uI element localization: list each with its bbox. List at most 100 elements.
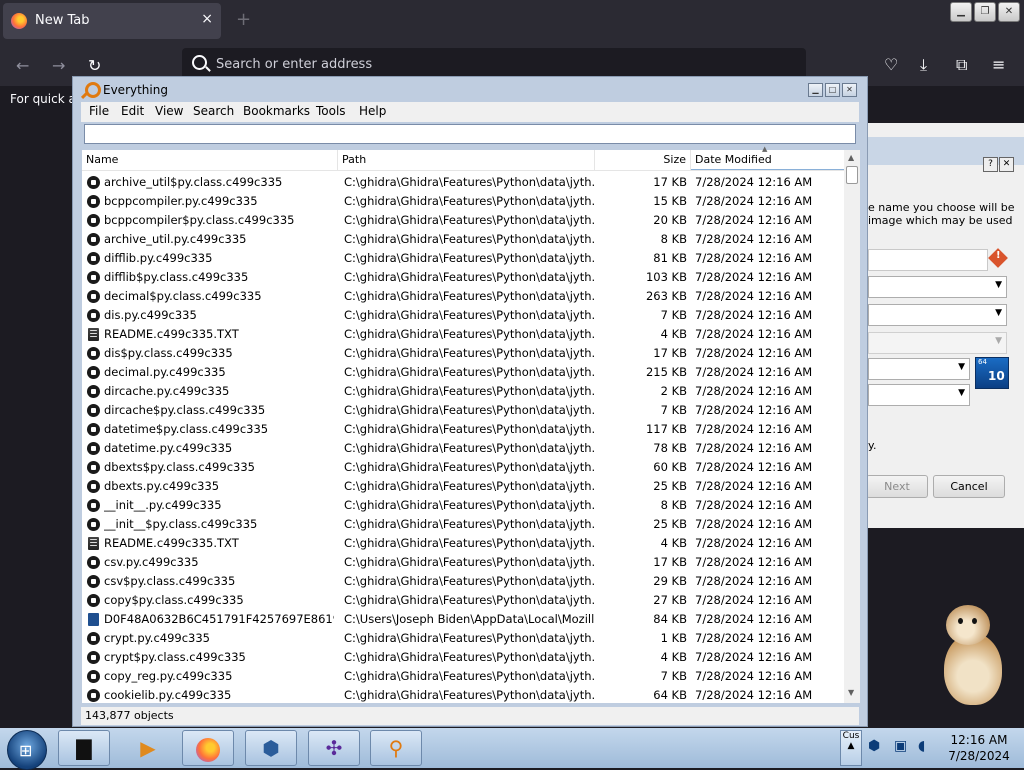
close-icon[interactable]: ✕: [999, 157, 1014, 172]
cell-size: 4 KB: [660, 650, 687, 664]
table-row[interactable]: difflib.py.c499c335 C:\ghidra\Ghidra\Feat…: [82, 249, 844, 268]
network-icon[interactable]: ▣: [894, 738, 907, 754]
table-row[interactable]: crypt.py.c499c335 C:\ghidra\Ghidra\Featur…: [82, 629, 844, 648]
results-list: Name Path Size Date Modified ▲ archive_u…: [82, 145, 860, 705]
cell-size: 81 KB: [653, 251, 687, 265]
virtualbox-tray-icon[interactable]: ⬢: [868, 738, 880, 754]
table-row[interactable]: dis$py.class.c499c335 C:\ghidra\Ghidra\Fe…: [82, 344, 844, 363]
everything-window-controls: ▁ □ ✕: [808, 83, 857, 97]
search-input[interactable]: [84, 124, 856, 144]
scroll-down-icon[interactable]: ▼: [848, 688, 854, 697]
menu-help[interactable]: Help: [359, 104, 386, 118]
cell-size: 29 KB: [653, 574, 687, 588]
back-icon[interactable]: ←: [16, 56, 29, 75]
next-button[interactable]: Next: [866, 475, 928, 498]
menu-edit[interactable]: Edit: [121, 104, 144, 118]
everything-titlebar[interactable]: Everything ▁ □ ✕: [73, 77, 867, 102]
menu-view[interactable]: View: [155, 104, 183, 118]
taskbar-media-player[interactable]: ▶: [122, 730, 174, 766]
table-row[interactable]: dircache$py.class.c499c335 C:\ghidra\Ghid…: [82, 401, 844, 420]
menu-tools[interactable]: Tools: [316, 104, 346, 118]
table-row[interactable]: crypt$py.class.c499c335 C:\ghidra\Ghidra\…: [82, 648, 844, 667]
cell-path: C:\ghidra\Ghidra\Features\Python\data\jy…: [344, 669, 594, 683]
version-select[interactable]: ▼: [868, 358, 970, 380]
table-row[interactable]: D0F48A0632B6C451791F4257697E861961F0... C…: [82, 610, 844, 629]
table-row[interactable]: copy$py.class.c499c335 C:\ghidra\Ghidra\F…: [82, 591, 844, 610]
taskbar-process-tool[interactable]: ✣: [308, 730, 360, 766]
column-date-modified[interactable]: Date Modified: [691, 150, 844, 170]
column-size[interactable]: Size: [595, 150, 691, 170]
table-row[interactable]: __init__.py.c499c335 C:\ghidra\Ghidra\Fea…: [82, 496, 844, 515]
pocket-icon[interactable]: ♡: [884, 55, 898, 74]
table-row[interactable]: csv$py.class.c499c335 C:\ghidra\Ghidra\Fe…: [82, 572, 844, 591]
table-row[interactable]: dbexts.py.c499c335 C:\ghidra\Ghidra\Featu…: [82, 477, 844, 496]
cell-size: 17 KB: [653, 346, 687, 360]
table-row[interactable]: bcppcompiler$py.class.c499c335 C:\ghidra\…: [82, 211, 844, 230]
cell-name: csv$py.class.c499c335: [104, 574, 236, 588]
table-row[interactable]: bcppcompiler.py.c499c335 C:\ghidra\Ghidra…: [82, 192, 844, 211]
reload-icon[interactable]: ↻: [88, 56, 101, 75]
table-row[interactable]: dis.py.c499c335 C:\ghidra\Ghidra\Features…: [82, 306, 844, 325]
minimize-button[interactable]: ▁: [808, 83, 823, 97]
taskbar-terminal[interactable]: ▇: [58, 730, 110, 766]
clock[interactable]: 12:16 AM 7/28/2024: [944, 732, 1014, 764]
vertical-scrollbar[interactable]: ▲ ▼: [844, 150, 860, 703]
menu-bar: File Edit View Search Bookmarks Tools He…: [81, 102, 859, 122]
table-row[interactable]: decimal.py.c499c335 C:\ghidra\Ghidra\Feat…: [82, 363, 844, 382]
start-button[interactable]: ⊞: [7, 730, 47, 770]
menu-icon[interactable]: ≡: [992, 55, 1005, 74]
tray-customize[interactable]: Cus ▲: [840, 730, 862, 766]
table-row[interactable]: csv.py.c499c335 C:\ghidra\Ghidra\Features…: [82, 553, 844, 572]
dialog-text-line2: image which may be used: [868, 214, 1013, 227]
table-row[interactable]: archive_util$py.class.c499c335 C:\ghidra\…: [82, 173, 844, 192]
table-row[interactable]: __init__$py.class.c499c335 C:\ghidra\Ghid…: [82, 515, 844, 534]
cell-date: 7/28/2024 12:16 AM: [695, 479, 813, 493]
taskbar-everything[interactable]: ⚲: [370, 730, 422, 766]
extensions-icon[interactable]: ⧉: [956, 55, 967, 75]
menu-file[interactable]: File: [89, 104, 109, 118]
table-row[interactable]: datetime.py.c499c335 C:\ghidra\Ghidra\Fea…: [82, 439, 844, 458]
clock-time: 12:16 AM: [950, 733, 1008, 747]
table-row[interactable]: copy_reg.py.c499c335 C:\ghidra\Ghidra\Fea…: [82, 667, 844, 686]
table-row[interactable]: datetime$py.class.c499c335 C:\ghidra\Ghid…: [82, 420, 844, 439]
table-row[interactable]: decimal$py.class.c499c335 C:\ghidra\Ghidr…: [82, 287, 844, 306]
table-row[interactable]: README.c499c335.TXT C:\ghidra\Ghidra\Feat…: [82, 325, 844, 344]
type-select[interactable]: ▼: [868, 304, 1007, 326]
cell-path: C:\ghidra\Ghidra\Features\Python\data\jy…: [344, 498, 594, 512]
table-row[interactable]: archive_util.py.c499c335 C:\ghidra\Ghidra…: [82, 230, 844, 249]
menu-search[interactable]: Search: [193, 104, 234, 118]
taskbar-firefox[interactable]: [182, 730, 234, 766]
table-row[interactable]: dircache.py.c499c335 C:\ghidra\Ghidra\Fea…: [82, 382, 844, 401]
help-icon[interactable]: ?: [983, 157, 998, 172]
taskbar-virtualbox[interactable]: ⬢: [245, 730, 297, 766]
cell-path: C:\ghidra\Ghidra\Features\Python\data\jy…: [344, 574, 594, 588]
everything-logo-icon: [85, 82, 101, 98]
scroll-up-icon[interactable]: ▲: [848, 153, 854, 162]
forward-icon[interactable]: →: [52, 56, 65, 75]
background-dialog: ? ✕ e name you choose will be image whic…: [866, 123, 1024, 528]
column-name[interactable]: Name: [82, 150, 338, 170]
name-field[interactable]: [868, 249, 988, 271]
table-row[interactable]: dbexts$py.class.c499c335 C:\ghidra\Ghidra…: [82, 458, 844, 477]
tab-new-tab[interactable]: New Tab ×: [3, 3, 221, 39]
minimize-button[interactable]: ▁: [950, 2, 972, 22]
locked-file-icon: [87, 271, 100, 284]
table-row[interactable]: difflib$py.class.c499c335 C:\ghidra\Ghidr…: [82, 268, 844, 287]
menu-bookmarks[interactable]: Bookmarks: [243, 104, 310, 118]
table-row[interactable]: README.c499c335.TXT C:\ghidra\Ghidra\Feat…: [82, 534, 844, 553]
volume-icon[interactable]: ◖: [918, 738, 925, 754]
table-row[interactable]: cookielib.py.c499c335 C:\ghidra\Ghidra\Fe…: [82, 686, 844, 705]
folder-select[interactable]: ▼: [868, 276, 1007, 298]
new-tab-button[interactable]: +: [236, 9, 251, 30]
cancel-button[interactable]: Cancel: [933, 475, 1005, 498]
close-button[interactable]: ✕: [998, 2, 1020, 22]
close-button[interactable]: ✕: [842, 83, 857, 97]
edition-select[interactable]: ▼: [868, 384, 970, 406]
restore-button[interactable]: ❐: [974, 2, 996, 22]
column-path[interactable]: Path: [338, 150, 595, 170]
scrollbar-thumb[interactable]: [846, 166, 858, 184]
downloads-icon[interactable]: ⤓: [920, 55, 927, 75]
cell-path: C:\ghidra\Ghidra\Features\Python\data\jy…: [344, 555, 594, 569]
maximize-button[interactable]: □: [825, 83, 840, 97]
tab-close-icon[interactable]: ×: [201, 11, 213, 27]
